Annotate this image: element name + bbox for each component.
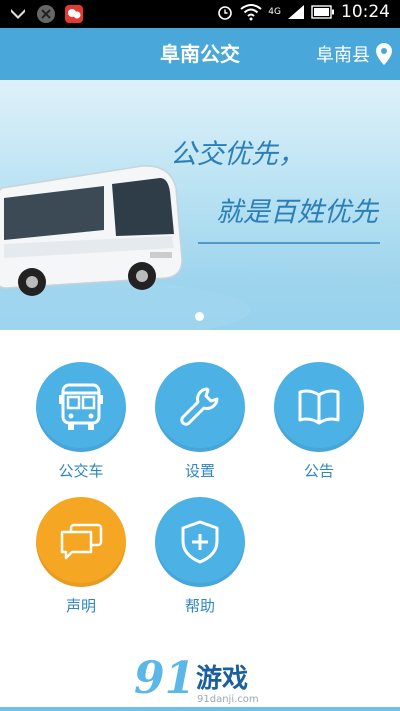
status-bar-left [8, 4, 84, 24]
settings-button[interactable] [155, 362, 245, 452]
network-type: 4G [268, 7, 281, 17]
menu-item-announcement[interactable]: 公告 [271, 362, 367, 481]
menu-label-help: 帮助 [184, 597, 215, 615]
announcement-button[interactable] [274, 362, 364, 452]
bus-icon [59, 383, 103, 430]
menu-item-settings[interactable]: 设置 [152, 362, 248, 481]
clock-time: 10:24 [341, 2, 390, 22]
book-icon [298, 389, 340, 425]
battery-icon [311, 5, 334, 19]
notification-icon [11, 9, 25, 19]
menu-label-announcement: 公告 [303, 462, 334, 480]
menu-label-statement: 声明 [65, 597, 96, 615]
alarm-icon [218, 6, 233, 20]
promo-banner[interactable]: 公交优先， 就是百姓优先 [0, 80, 400, 330]
city-label: 阜南县 [316, 45, 370, 66]
app-icon [37, 5, 55, 23]
watermark-brand: 游戏 [196, 664, 249, 694]
watermark-number: 91 [134, 653, 196, 704]
wifi-icon [240, 4, 262, 21]
wrench-icon [180, 387, 219, 426]
footer-watermark: 91 游戏 91danji.com [0, 650, 400, 711]
bus-image [0, 165, 183, 296]
status-bar: 4G 10:24 [0, 0, 400, 28]
carousel-dot-active[interactable] [195, 312, 204, 321]
menu-label-settings: 设置 [184, 462, 215, 480]
location-pin-icon [376, 43, 392, 65]
menu-label-bus: 公交车 [58, 462, 104, 480]
city-selector[interactable]: 阜南县 [316, 28, 392, 80]
status-bar-right: 4G 10:24 [216, 2, 390, 22]
shield-plus-icon [181, 520, 219, 564]
banner-slogan-line2: 就是百姓优先 [216, 197, 378, 228]
menu-item-bus[interactable]: 公交车 [33, 362, 129, 481]
banner-divider [198, 242, 380, 244]
menu-item-help[interactable]: 帮助 [152, 497, 248, 616]
bus-button[interactable] [36, 362, 126, 452]
message-app-icon [65, 5, 83, 23]
signal-icon [288, 5, 304, 19]
statement-button[interactable] [36, 497, 126, 587]
banner-slogan-line1: 公交优先， [170, 139, 305, 170]
help-button[interactable] [155, 497, 245, 587]
app-header: 阜南公交 阜南县 [0, 28, 400, 80]
bottom-bar [0, 707, 400, 711]
chat-icon [60, 523, 103, 560]
watermark-url: 91danji.com [197, 694, 259, 705]
menu-item-statement[interactable]: 声明 [33, 497, 129, 616]
